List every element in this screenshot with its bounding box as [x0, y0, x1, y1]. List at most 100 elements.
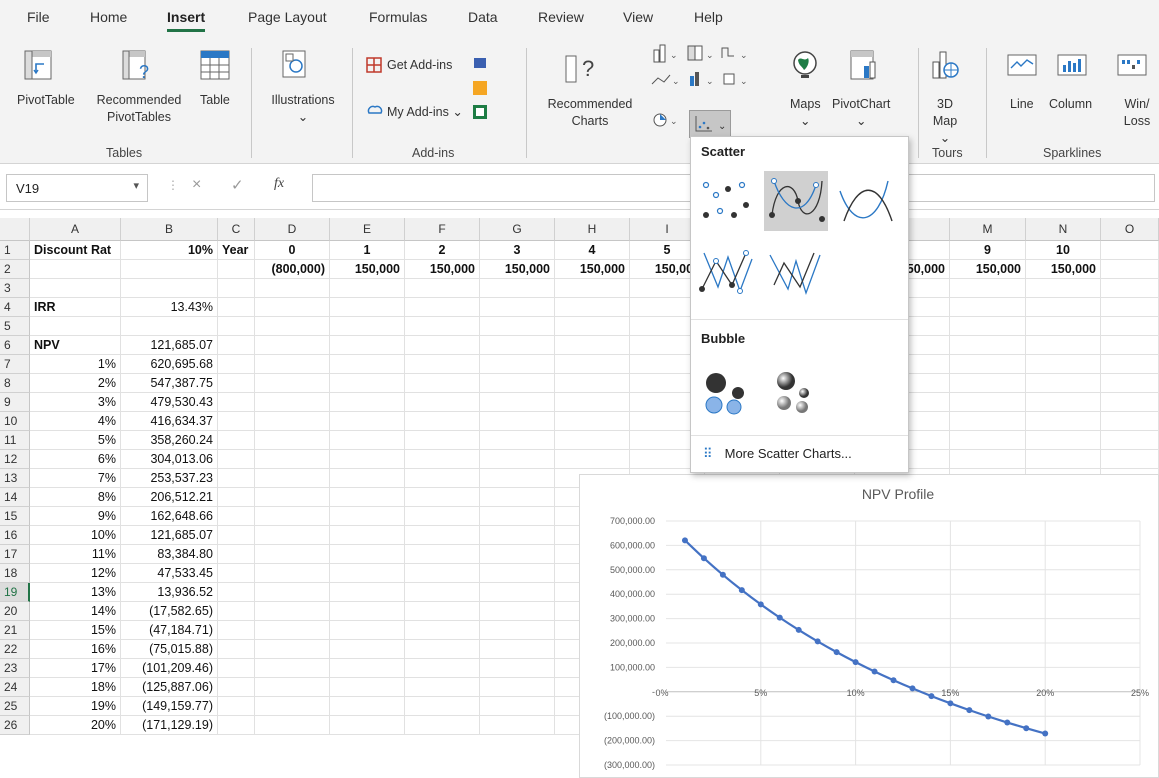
cell-a21[interactable]: 15% [30, 621, 121, 640]
tab-insert[interactable]: Insert [167, 9, 206, 32]
cell-e15[interactable] [330, 507, 405, 526]
recommended-pivottables-button[interactable]: Recommended PivotTables [89, 92, 189, 126]
cell-n10[interactable] [1026, 412, 1101, 431]
enter-icon[interactable]: ✓ [231, 176, 244, 194]
cell-d20[interactable] [255, 602, 330, 621]
cell-g26[interactable] [480, 716, 555, 735]
cell-g16[interactable] [480, 526, 555, 545]
cell-o1[interactable] [1101, 241, 1159, 260]
cell-f19[interactable] [405, 583, 480, 602]
column-header-m[interactable]: M [950, 218, 1026, 241]
scatter-straight-lines-markers-option[interactable] [694, 241, 758, 301]
column-header-o[interactable]: O [1101, 218, 1159, 241]
scatter-markers-only-option[interactable] [694, 171, 758, 231]
cell-c8[interactable] [218, 374, 255, 393]
row-header-10[interactable]: 10 [0, 412, 30, 431]
cell-h7[interactable] [555, 355, 630, 374]
cell-d21[interactable] [255, 621, 330, 640]
cell-m11[interactable] [950, 431, 1026, 450]
cell-c19[interactable] [218, 583, 255, 602]
cell-a20[interactable]: 14% [30, 602, 121, 621]
cell-g25[interactable] [480, 697, 555, 716]
cell-f14[interactable] [405, 488, 480, 507]
row-header-1[interactable]: 1 [0, 241, 30, 260]
get-addins-button[interactable]: Get Add-ins [387, 58, 452, 72]
column-header-a[interactable]: A [30, 218, 121, 241]
cell-e26[interactable] [330, 716, 405, 735]
tab-data[interactable]: Data [468, 9, 498, 25]
cell-f3[interactable] [405, 279, 480, 298]
cell-m7[interactable] [950, 355, 1026, 374]
cell-a25[interactable]: 19% [30, 697, 121, 716]
cell-a26[interactable]: 20% [30, 716, 121, 735]
cell-a13[interactable]: 7% [30, 469, 121, 488]
cell-g21[interactable] [480, 621, 555, 640]
cell-o10[interactable] [1101, 412, 1159, 431]
cell-f15[interactable] [405, 507, 480, 526]
cell-h11[interactable] [555, 431, 630, 450]
cell-d9[interactable] [255, 393, 330, 412]
cell-f20[interactable] [405, 602, 480, 621]
cell-n6[interactable] [1026, 336, 1101, 355]
cell-e10[interactable] [330, 412, 405, 431]
pivottable-button[interactable]: PivotTable [17, 92, 75, 109]
my-addins-button[interactable]: My Add-ins ⌄ [387, 104, 463, 119]
cell-a15[interactable]: 9% [30, 507, 121, 526]
maps-button[interactable]: Maps ⌄ [790, 96, 821, 130]
cell-f21[interactable] [405, 621, 480, 640]
cell-m8[interactable] [950, 374, 1026, 393]
cell-c20[interactable] [218, 602, 255, 621]
cell-d10[interactable] [255, 412, 330, 431]
cell-b19[interactable]: 13,936.52 [121, 583, 218, 602]
cell-d12[interactable] [255, 450, 330, 469]
column-header-d[interactable]: D [255, 218, 330, 241]
row-header-9[interactable]: 9 [0, 393, 30, 412]
cell-b12[interactable]: 304,013.06 [121, 450, 218, 469]
cell-n12[interactable] [1026, 450, 1101, 469]
column-header-c[interactable]: C [218, 218, 255, 241]
data-point[interactable] [1042, 730, 1049, 737]
cell-g20[interactable] [480, 602, 555, 621]
cell-b8[interactable]: 547,387.75 [121, 374, 218, 393]
data-point[interactable] [833, 649, 840, 656]
cell-f23[interactable] [405, 659, 480, 678]
cell-a3[interactable] [30, 279, 121, 298]
cell-g14[interactable] [480, 488, 555, 507]
cell-f5[interactable] [405, 317, 480, 336]
cell-e18[interactable] [330, 564, 405, 583]
cell-e3[interactable] [330, 279, 405, 298]
cell-e9[interactable] [330, 393, 405, 412]
cell-a19[interactable]: 13% [30, 583, 121, 602]
cell-g23[interactable] [480, 659, 555, 678]
cell-n7[interactable] [1026, 355, 1101, 374]
cell-f11[interactable] [405, 431, 480, 450]
cell-b9[interactable]: 479,530.43 [121, 393, 218, 412]
bubble-option[interactable] [694, 359, 758, 419]
cell-e11[interactable] [330, 431, 405, 450]
data-point[interactable] [871, 668, 878, 675]
cell-a18[interactable]: 12% [30, 564, 121, 583]
data-point[interactable] [700, 555, 707, 562]
cell-f22[interactable] [405, 640, 480, 659]
cell-f4[interactable] [405, 298, 480, 317]
cell-b10[interactable]: 416,634.37 [121, 412, 218, 431]
sparkline-winloss-button[interactable]: Win/Loss [1119, 96, 1155, 130]
cell-m1[interactable]: 9 [950, 241, 1026, 260]
cell-n2[interactable]: 150,000 [1026, 260, 1101, 279]
cell-b24[interactable]: (125,887.06) [121, 678, 218, 697]
cell-d24[interactable] [255, 678, 330, 697]
cell-f24[interactable] [405, 678, 480, 697]
cell-m4[interactable] [950, 298, 1026, 317]
cell-a6[interactable]: NPV [30, 336, 121, 355]
cell-b5[interactable] [121, 317, 218, 336]
data-point[interactable] [814, 638, 821, 645]
cell-f18[interactable] [405, 564, 480, 583]
cell-e12[interactable] [330, 450, 405, 469]
cell-e4[interactable] [330, 298, 405, 317]
cell-c23[interactable] [218, 659, 255, 678]
row-header-13[interactable]: 13 [0, 469, 30, 488]
cell-h3[interactable] [555, 279, 630, 298]
data-point[interactable] [928, 693, 935, 700]
cell-b15[interactable]: 162,648.66 [121, 507, 218, 526]
row-header-23[interactable]: 23 [0, 659, 30, 678]
